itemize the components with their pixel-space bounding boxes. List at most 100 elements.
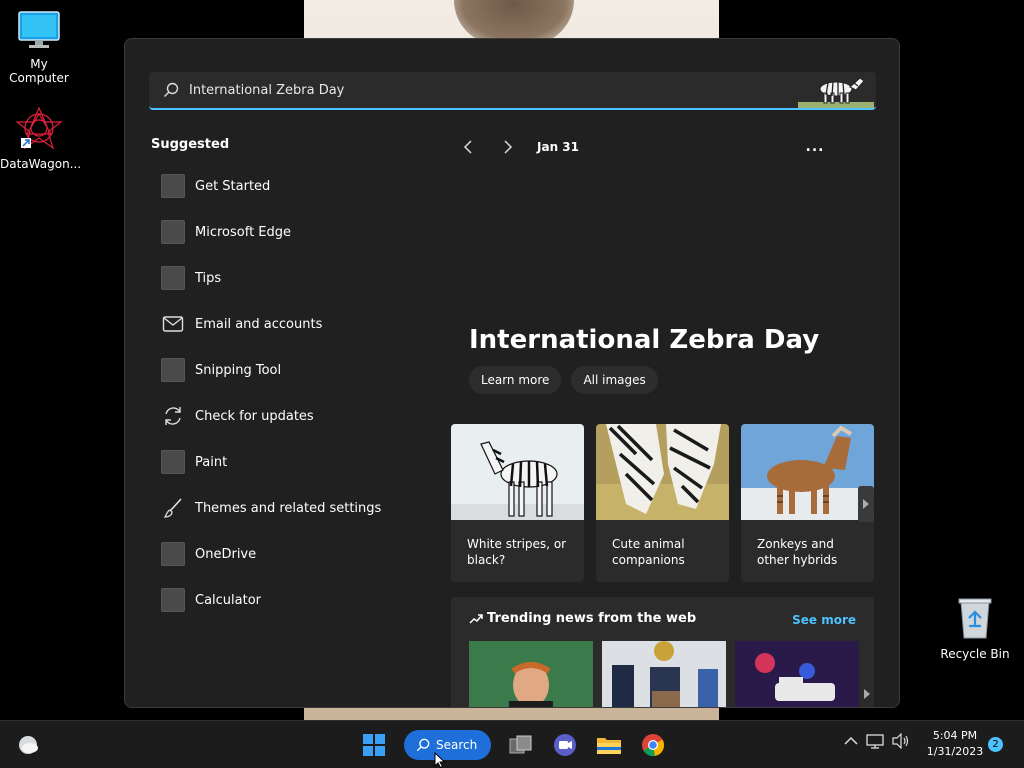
zonkey-image	[741, 424, 874, 520]
cards-next-button[interactable]	[858, 486, 874, 522]
card-cute-companions[interactable]: Cute animal companions	[596, 424, 729, 582]
app-placeholder-icon	[161, 450, 185, 474]
clock[interactable]: 5:04 PM 1/31/2023	[924, 728, 986, 760]
all-images-button[interactable]: All images	[571, 366, 658, 394]
suggested-item-microsoft-edge[interactable]: Microsoft Edge	[151, 209, 421, 255]
task-view-button[interactable]	[503, 727, 539, 763]
highlight-actions: Learn more All images	[469, 366, 658, 394]
suggested-item-calculator[interactable]: Calculator	[151, 577, 421, 623]
suggested-list: Get Started Microsoft Edge Tips Email an…	[151, 163, 421, 623]
see-more-link[interactable]: See more	[792, 613, 856, 627]
chevron-up-icon[interactable]	[844, 736, 858, 746]
suggested-item-themes[interactable]: Themes and related settings	[151, 485, 421, 531]
suggested-item-paint[interactable]: Paint	[151, 439, 421, 485]
more-options-button[interactable]: ...	[801, 135, 829, 159]
search-icon	[164, 82, 179, 97]
brush-icon	[161, 496, 185, 520]
desktop-icon-my-computer[interactable]: My Computer	[0, 10, 78, 85]
learn-more-button[interactable]: Learn more	[469, 366, 562, 394]
card-zonkeys[interactable]: Zonkeys and other hybrids	[741, 424, 874, 582]
suggested-item-label: Email and accounts	[195, 316, 323, 332]
suggested-item-tips[interactable]: Tips	[151, 255, 421, 301]
start-button[interactable]	[356, 727, 392, 763]
app-placeholder-icon	[161, 542, 185, 566]
caret-right-icon	[863, 499, 869, 509]
taskbar-search-button[interactable]: Search	[404, 730, 492, 760]
suggested-item-email-accounts[interactable]: Email and accounts	[151, 301, 421, 347]
trending-news: Trending news from the web See more	[451, 597, 874, 708]
suggested-item-onedrive[interactable]: OneDrive	[151, 531, 421, 577]
desktop-icon-label: Recycle Bin	[940, 647, 1010, 661]
next-day-button[interactable]	[495, 135, 521, 159]
suggested-item-label: Calculator	[195, 592, 262, 608]
search-box[interactable]	[149, 72, 876, 110]
folder-icon	[597, 738, 622, 754]
card-caption: White stripes, or black?	[467, 537, 567, 567]
search-icon	[416, 738, 430, 752]
desktop-icon-recycle-bin[interactable]: Recycle Bin	[936, 596, 1014, 661]
suggested-item-label: Tips	[195, 270, 222, 286]
windows-logo-icon	[363, 734, 385, 756]
suggested-item-label: Get Started	[195, 178, 271, 194]
news-thumbnail-1[interactable]	[469, 641, 593, 708]
zebra-standing-image	[451, 424, 584, 520]
suggested-item-check-updates[interactable]: Check for updates	[151, 393, 421, 439]
highlights-nav: Jan 31	[455, 135, 579, 159]
more-options-label: ...	[805, 139, 825, 155]
suggested-item-label: OneDrive	[195, 546, 257, 562]
card-white-stripes[interactable]: White stripes, or black?	[451, 424, 584, 582]
mouse-cursor-icon	[434, 752, 446, 768]
highlight-title: International Zebra Day	[469, 325, 820, 355]
taskbar-apps: Search	[356, 727, 671, 763]
search-input[interactable]	[189, 75, 798, 105]
chat-button[interactable]	[547, 727, 583, 763]
app-placeholder-icon	[161, 358, 185, 382]
chat-icon	[554, 734, 577, 756]
network-icon[interactable]	[866, 733, 884, 749]
search-panel: Suggested Get Started Microsoft Edge Tip…	[124, 38, 900, 708]
zebras-grazing-image	[596, 424, 729, 520]
suggested-heading: Suggested	[151, 137, 230, 152]
news-thumbnail-2[interactable]	[602, 641, 726, 708]
datawagon-icon	[15, 106, 63, 150]
news-row	[469, 641, 859, 708]
card-caption: Zonkeys and other hybrids	[757, 537, 838, 567]
chevron-left-icon	[463, 140, 472, 154]
volume-icon[interactable]	[892, 733, 910, 749]
monitor-icon	[18, 11, 60, 48]
weather-icon[interactable]	[16, 733, 40, 757]
chevron-right-icon	[504, 140, 513, 154]
trending-heading: Trending news from the web	[469, 611, 696, 626]
taskbar-search-label: Search	[436, 738, 478, 752]
app-placeholder-icon	[161, 220, 185, 244]
previous-day-button[interactable]	[455, 135, 481, 159]
suggested-item-snipping-tool[interactable]: Snipping Tool	[151, 347, 421, 393]
app-placeholder-icon	[161, 266, 185, 290]
refresh-icon	[161, 404, 185, 428]
taskbar: Search 5:04 PM 1/31/2023 2	[0, 720, 1024, 768]
zebra-thumbnail-icon	[798, 77, 874, 108]
app-placeholder-icon	[161, 174, 185, 198]
highlight-cards: White stripes, or black? Cute animal com…	[451, 424, 874, 582]
system-tray	[844, 733, 910, 749]
news-thumbnail-3[interactable]	[735, 641, 859, 708]
chrome-icon	[642, 734, 665, 757]
trending-icon	[469, 613, 483, 624]
clock-date: 1/31/2023	[926, 745, 984, 758]
desktop-icon-datawagon[interactable]: DataWagon...	[0, 106, 82, 171]
mail-icon	[161, 312, 185, 336]
desktop-icon-label: My Computer	[9, 57, 69, 85]
file-explorer-button[interactable]	[591, 727, 627, 763]
task-view-icon	[509, 735, 532, 754]
notification-badge[interactable]: 2	[988, 737, 1003, 752]
suggested-item-label: Paint	[195, 454, 228, 470]
chrome-button[interactable]	[635, 727, 671, 763]
suggested-item-label: Check for updates	[195, 408, 314, 424]
suggested-item-label: Themes and related settings	[195, 500, 382, 516]
recycle-bin-icon	[958, 598, 992, 639]
suggested-item-label: Snipping Tool	[195, 362, 282, 378]
app-placeholder-icon	[161, 588, 185, 612]
desktop-icon-label: DataWagon...	[0, 157, 82, 171]
suggested-item-get-started[interactable]: Get Started	[151, 163, 421, 209]
caret-right-icon[interactable]	[864, 689, 870, 699]
